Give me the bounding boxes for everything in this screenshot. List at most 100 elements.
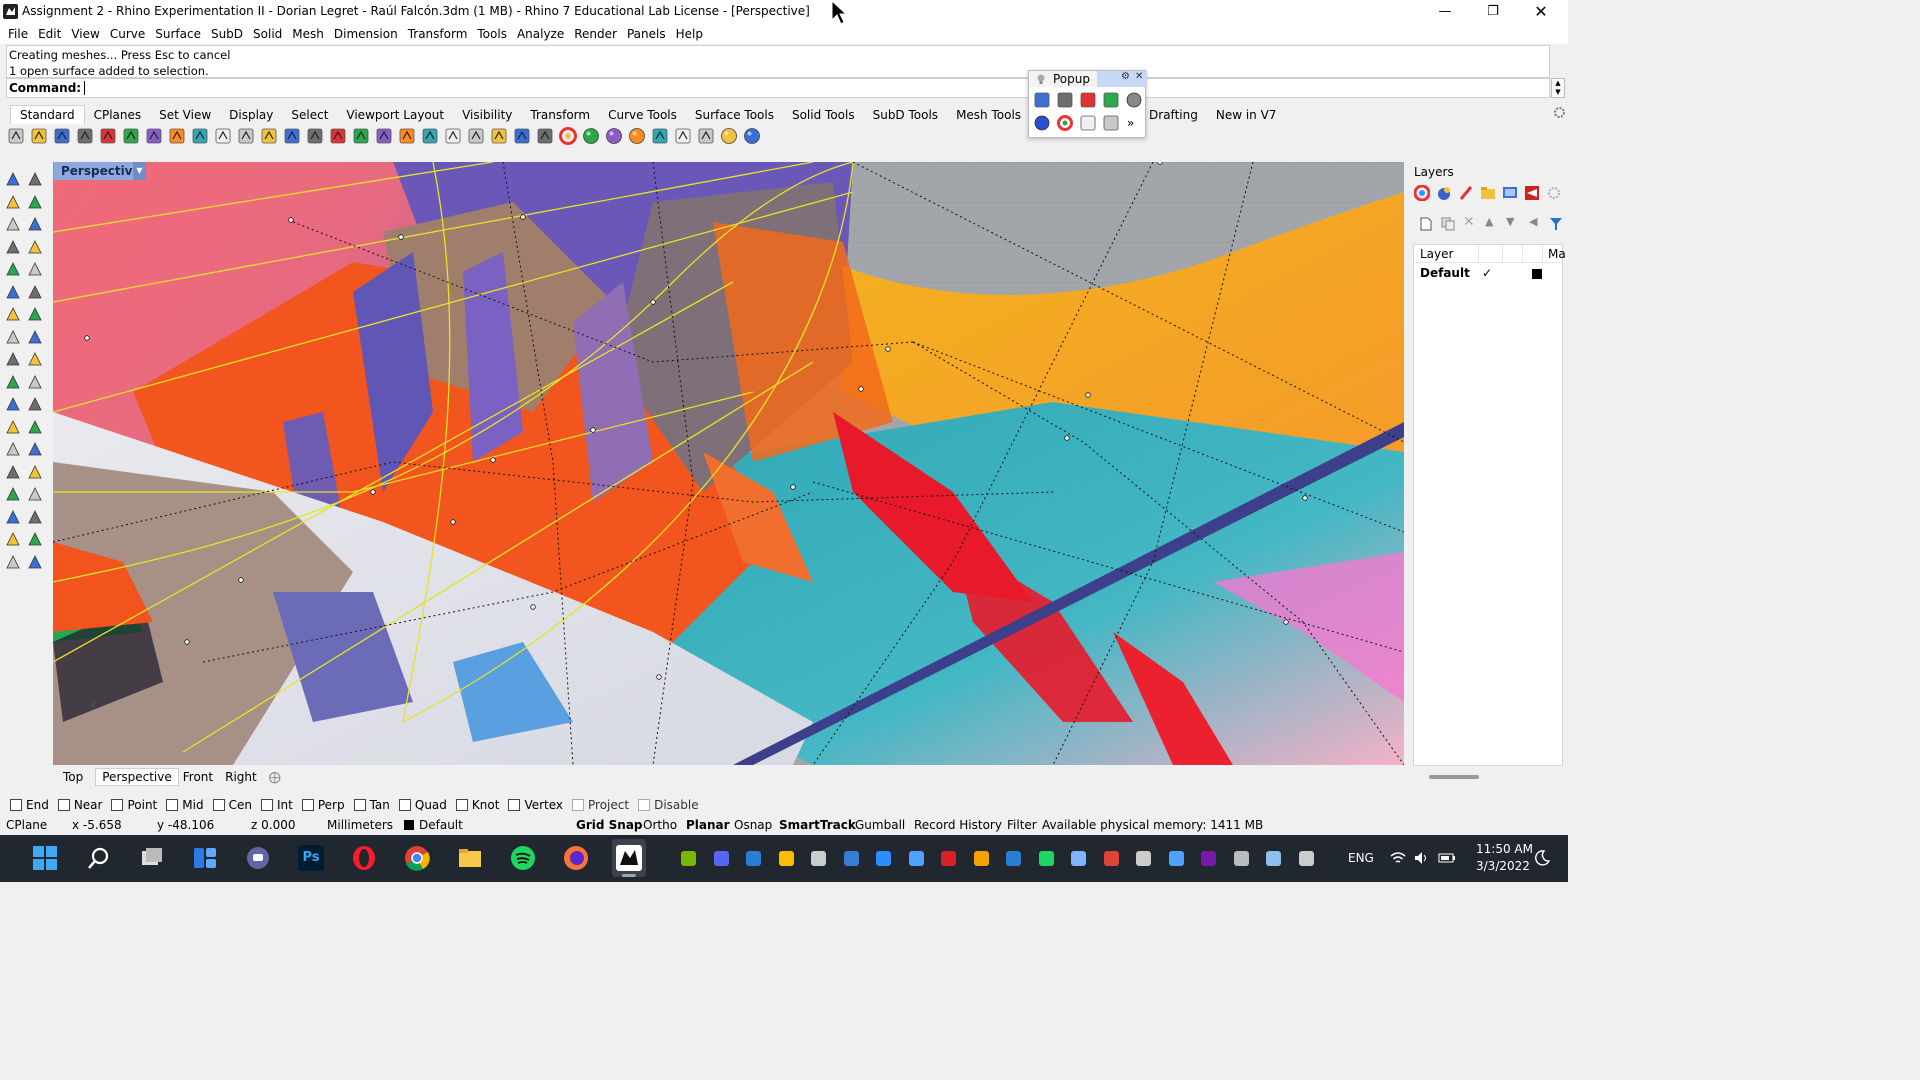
sphere-icon[interactable]: [1125, 91, 1143, 109]
close-button[interactable]: ✕: [1518, 0, 1564, 24]
materials-panel-icon[interactable]: [1436, 185, 1452, 201]
material-icon[interactable]: [535, 126, 555, 146]
keyboard-icon[interactable]: [1298, 850, 1315, 867]
texture-icon[interactable]: [26, 553, 44, 571]
printer-icon[interactable]: [1233, 850, 1250, 867]
viewport-tab-top[interactable]: Top: [63, 770, 91, 784]
menu-tools[interactable]: Tools: [473, 27, 513, 41]
print-icon[interactable]: [75, 126, 95, 146]
lightbulb-icon[interactable]: [1033, 91, 1051, 109]
tab-curve-tools[interactable]: Curve Tools: [599, 106, 686, 124]
copy-icon[interactable]: [144, 126, 164, 146]
osnap-project[interactable]: Project: [572, 798, 629, 812]
sphere-shaded-icon[interactable]: [581, 126, 601, 146]
curve-icon[interactable]: [26, 193, 44, 211]
save-icon[interactable]: [52, 126, 72, 146]
task-view-icon[interactable]: [139, 845, 165, 871]
brush-icon[interactable]: [650, 126, 670, 146]
display-icon[interactable]: [908, 850, 925, 867]
rhino-taskbar-button[interactable]: [612, 839, 646, 877]
offset-icon[interactable]: [26, 418, 44, 436]
box-icon[interactable]: [4, 305, 22, 323]
checkbox[interactable]: [455, 798, 468, 811]
check-icon[interactable]: [26, 530, 44, 548]
tab-transform[interactable]: Transform: [521, 106, 599, 124]
array-polar-icon[interactable]: [4, 508, 22, 526]
polyline-icon[interactable]: [4, 193, 22, 211]
sphere-solid-icon[interactable]: [26, 305, 44, 323]
layers-panel-icon[interactable]: [1480, 185, 1496, 201]
smarttrack-toggle[interactable]: SmartTrack: [779, 818, 856, 832]
current-layer-button[interactable]: Default: [419, 818, 463, 832]
fillet-icon[interactable]: [26, 260, 44, 278]
tab-select[interactable]: Select: [282, 106, 337, 124]
zoom-icon[interactable]: [259, 126, 279, 146]
car-icon[interactable]: [397, 126, 417, 146]
zoom-selected-icon[interactable]: [328, 126, 348, 146]
checkbox[interactable]: [10, 798, 22, 811]
menu-edit[interactable]: Edit: [34, 27, 67, 41]
checkbox[interactable]: [212, 798, 225, 811]
planar-toggle[interactable]: Planar: [686, 818, 730, 832]
rectangle-icon[interactable]: [26, 238, 44, 256]
blue-sphere-icon[interactable]: [1033, 114, 1051, 132]
chrome-icon[interactable]: [404, 845, 430, 871]
creative-cloud-icon[interactable]: [940, 850, 957, 867]
tab-visibility[interactable]: Visibility: [453, 106, 521, 124]
group-icon[interactable]: [4, 463, 22, 481]
spotify-tray-icon[interactable]: [1038, 850, 1055, 867]
wifi-icon[interactable]: [1390, 851, 1406, 865]
color-wheel-icon[interactable]: [558, 126, 578, 146]
record-history-toggle[interactable]: Record History: [914, 818, 1002, 832]
gumball-toggle[interactable]: Gumball: [855, 818, 905, 832]
array-icon[interactable]: [26, 485, 44, 503]
tab-solid-tools[interactable]: Solid Tools: [783, 106, 864, 124]
zoom-window-icon[interactable]: [282, 126, 302, 146]
tab-drafting[interactable]: Drafting: [1140, 106, 1207, 124]
dimension-icon[interactable]: [26, 440, 44, 458]
zoom-window-icon[interactable]: [1102, 91, 1120, 109]
extrude-surface-icon[interactable]: [26, 283, 44, 301]
osnap-quad[interactable]: Quad: [398, 798, 447, 812]
osnap-int[interactable]: Int: [260, 798, 293, 812]
menu-help[interactable]: Help: [672, 27, 709, 41]
google-drive-icon[interactable]: [778, 850, 795, 867]
split-icon[interactable]: [26, 373, 44, 391]
menu-curve[interactable]: Curve: [106, 27, 151, 41]
osnap-knot[interactable]: Knot: [455, 798, 499, 812]
checkbox[interactable]: [301, 798, 314, 811]
layer-row[interactable]: Default ✓: [1414, 264, 1564, 284]
onedrive-icon[interactable]: [1070, 850, 1087, 867]
language-indicator[interactable]: ENG: [1348, 851, 1374, 865]
properties-panel-icon[interactable]: [1414, 185, 1430, 201]
gumball-icon[interactable]: [26, 508, 44, 526]
cplane-label[interactable]: CPlane: [6, 818, 47, 832]
tab-viewport-layout[interactable]: Viewport Layout: [337, 106, 453, 124]
checkbox[interactable]: [572, 798, 585, 811]
mesh-icon[interactable]: [4, 350, 22, 368]
osnap-cen[interactable]: Cen: [212, 798, 252, 812]
menu-transform[interactable]: Transform: [404, 27, 474, 41]
tab-surface-tools[interactable]: Surface Tools: [686, 106, 783, 124]
brush-icon[interactable]: [1102, 114, 1120, 132]
tab-set-view[interactable]: Set View: [150, 106, 220, 124]
chevron-down-icon[interactable]: ▼: [133, 162, 146, 180]
gear-options-icon[interactable]: [673, 126, 693, 146]
zoom-icon[interactable]: [875, 850, 892, 867]
menu-file[interactable]: File: [4, 27, 34, 41]
osnap-near[interactable]: Near: [57, 798, 102, 812]
color-wheel-icon[interactable]: [1056, 114, 1074, 132]
perspective-viewport[interactable]: z: [53, 162, 1404, 765]
new-layer-icon[interactable]: [1419, 217, 1433, 231]
tab-new-in-v7[interactable]: New in V7: [1207, 106, 1286, 124]
column-layer[interactable]: Layer: [1420, 247, 1453, 261]
lock-icon[interactable]: [1056, 91, 1074, 109]
osnap-disable[interactable]: Disable: [638, 798, 699, 812]
close-icon[interactable]: ✕: [1135, 71, 1143, 82]
menu-subd[interactable]: SubD: [207, 27, 249, 41]
units-button[interactable]: Millimeters: [327, 818, 393, 832]
snap-icon[interactable]: [443, 126, 463, 146]
gear-icon[interactable]: ⚙: [1121, 71, 1130, 82]
ellipse-icon[interactable]: [26, 215, 44, 233]
tab-standard[interactable]: Standard: [10, 105, 85, 124]
